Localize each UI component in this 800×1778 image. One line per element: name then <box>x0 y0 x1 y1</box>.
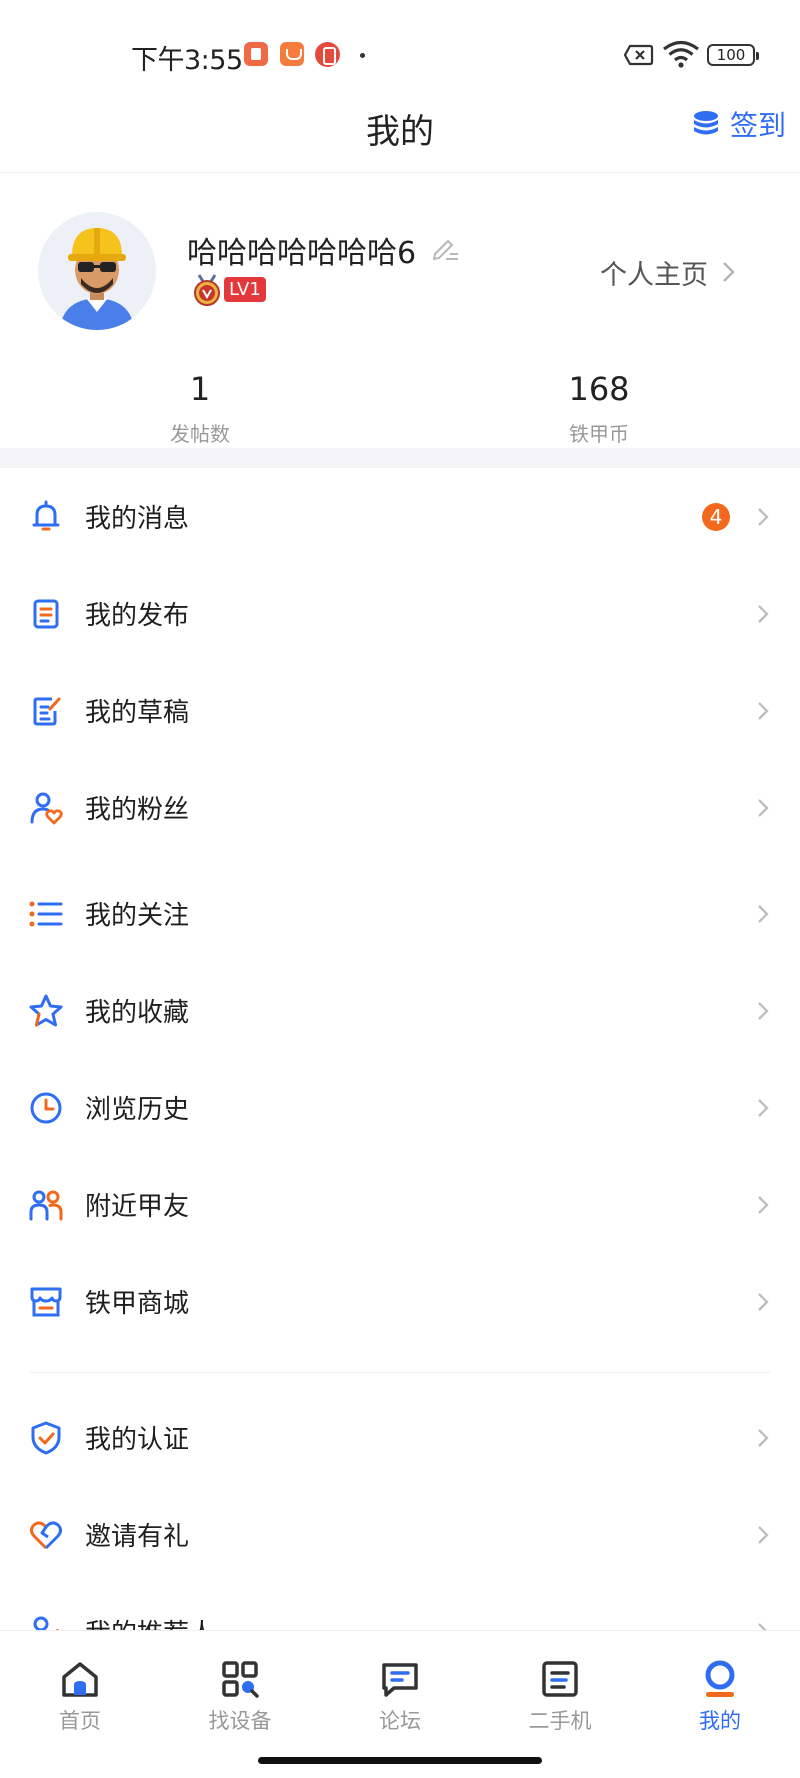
profile-icon <box>705 1660 735 1697</box>
notification-deal-icon <box>315 42 340 67</box>
notification-shop-icon <box>280 42 304 66</box>
home-indicator[interactable] <box>258 1757 542 1764</box>
chevron-right-icon <box>758 1622 768 1630</box>
menu-group-divider <box>30 1372 770 1373</box>
menu-item-label: 附近甲友 <box>85 1192 190 1222</box>
menu-item-label: 浏览历史 <box>85 1095 190 1125</box>
menu-item-label: 邀请有礼 <box>85 1522 190 1552</box>
homepage-label: 个人主页 <box>600 259 708 291</box>
chevron-right-icon <box>758 1001 769 1020</box>
referrer-icon <box>33 1616 59 1630</box>
heart-gift-icon <box>30 1520 62 1549</box>
status-bar: 下午3:55 100 <box>0 0 800 100</box>
checkin-label: 签到 <box>730 109 787 142</box>
avatar[interactable] <box>38 212 156 330</box>
grid-search-icon <box>222 1661 259 1698</box>
menu-item-label: 我的认证 <box>85 1425 190 1455</box>
stat-posts[interactable]: 1 发帖数 <box>100 368 300 447</box>
posts-label: 发帖数 <box>170 422 230 446</box>
people-nearby-icon <box>29 1190 63 1220</box>
wifi-icon <box>663 40 699 68</box>
chevron-right-icon <box>758 1292 769 1311</box>
menu-item-referrer[interactable]: 我的推荐人 <box>0 1583 800 1630</box>
page-title: 我的 <box>366 112 434 152</box>
menu-item-favorites[interactable]: 我的收藏 <box>0 962 800 1059</box>
menu-item-label: 我的推荐人 <box>85 1613 215 1630</box>
star-icon <box>29 994 63 1026</box>
coin-stack-icon <box>694 111 718 135</box>
tab-forum[interactable]: 论坛 <box>340 1659 460 1739</box>
menu-item-label: 我的关注 <box>85 901 190 931</box>
chevron-right-icon <box>758 798 769 817</box>
menu-item-label: 我的发布 <box>85 601 190 631</box>
level-badge: LV1 <box>224 277 266 302</box>
chat-bubble-icon <box>382 1663 418 1697</box>
menu-item-label: 我的消息 <box>85 504 190 534</box>
notification-app-icon <box>244 42 268 66</box>
menu-item-nearby[interactable]: 附近甲友 <box>0 1156 800 1253</box>
section-gap <box>0 448 800 468</box>
tab-label: 我的 <box>699 1709 741 1733</box>
menu-item-fans[interactable]: 我的粉丝 <box>0 759 800 856</box>
tab-find-equipment[interactable]: 找设备 <box>180 1659 300 1739</box>
menu-list: 我的消息 4 我的发布 我的草稿 我的粉丝 我的关注 我的收藏 浏览历史 附近甲… <box>0 468 800 1630</box>
no-sim-icon <box>624 44 654 66</box>
shield-check-icon <box>31 1421 61 1454</box>
bottom-tab-bar: 首页 找设备 论坛 二手机 我的 <box>0 1630 800 1778</box>
document-icon <box>33 599 59 628</box>
battery-indicator: 100 <box>707 44 759 66</box>
tab-label: 找设备 <box>208 1709 272 1733</box>
fans-heart-icon <box>30 792 63 824</box>
tab-label: 论坛 <box>379 1709 421 1733</box>
header-divider <box>0 172 800 173</box>
chevron-right-icon <box>758 1098 769 1117</box>
chevron-right-icon <box>758 604 769 623</box>
username: 哈哈哈哈哈哈哈6 <box>187 236 417 271</box>
bell-icon <box>32 500 60 530</box>
menu-item-messages[interactable]: 我的消息 4 <box>0 468 800 565</box>
menu-item-invite[interactable]: 邀请有礼 <box>0 1486 800 1583</box>
home-icon <box>62 1662 98 1697</box>
tab-mine[interactable]: 我的 <box>660 1659 780 1739</box>
tab-second-hand[interactable]: 二手机 <box>500 1659 620 1739</box>
menu-item-my-posts[interactable]: 我的发布 <box>0 565 800 662</box>
menu-item-label: 我的草稿 <box>85 698 190 728</box>
menu-item-label: 我的粉丝 <box>85 795 190 825</box>
menu-item-label: 铁甲商城 <box>85 1289 190 1319</box>
posts-count: 1 <box>189 370 211 408</box>
chevron-right-icon <box>758 904 769 923</box>
chevron-right-icon <box>758 1195 769 1214</box>
coins-label: 铁甲币 <box>569 422 629 446</box>
more-notifications-dot <box>360 53 365 58</box>
homepage-link[interactable]: 个人主页 <box>600 252 740 292</box>
store-icon <box>30 1287 62 1316</box>
unread-badge: 4 <box>702 502 730 531</box>
status-time: 下午3:55 <box>131 45 243 76</box>
draft-edit-icon <box>33 697 61 725</box>
clock-icon <box>30 1092 62 1123</box>
chevron-right-icon <box>723 262 735 282</box>
menu-item-drafts[interactable]: 我的草稿 <box>0 662 800 759</box>
tab-label: 首页 <box>59 1709 101 1733</box>
chevron-right-icon <box>758 1525 769 1544</box>
medal-badge-icon <box>194 274 220 306</box>
chevron-right-icon <box>758 701 769 720</box>
card-list-icon <box>542 1661 578 1697</box>
chevron-right-icon <box>758 507 769 526</box>
menu-item-store[interactable]: 铁甲商城 <box>0 1253 800 1350</box>
menu-item-certification[interactable]: 我的认证 <box>0 1389 800 1486</box>
tab-label: 二手机 <box>528 1709 592 1733</box>
stat-coins[interactable]: 168 铁甲币 <box>499 368 699 447</box>
menu-item-history[interactable]: 浏览历史 <box>0 1059 800 1156</box>
menu-item-following[interactable]: 我的关注 <box>0 865 800 962</box>
coins-count: 168 <box>568 370 630 408</box>
follow-list-icon <box>29 901 63 926</box>
edit-pencil-icon[interactable] <box>430 232 460 262</box>
chevron-right-icon <box>758 1428 769 1447</box>
worker-avatar-icon <box>60 228 134 330</box>
checkin-button[interactable]: 签到 <box>692 104 786 144</box>
tab-home[interactable]: 首页 <box>20 1659 140 1739</box>
menu-item-label: 我的收藏 <box>85 998 190 1028</box>
